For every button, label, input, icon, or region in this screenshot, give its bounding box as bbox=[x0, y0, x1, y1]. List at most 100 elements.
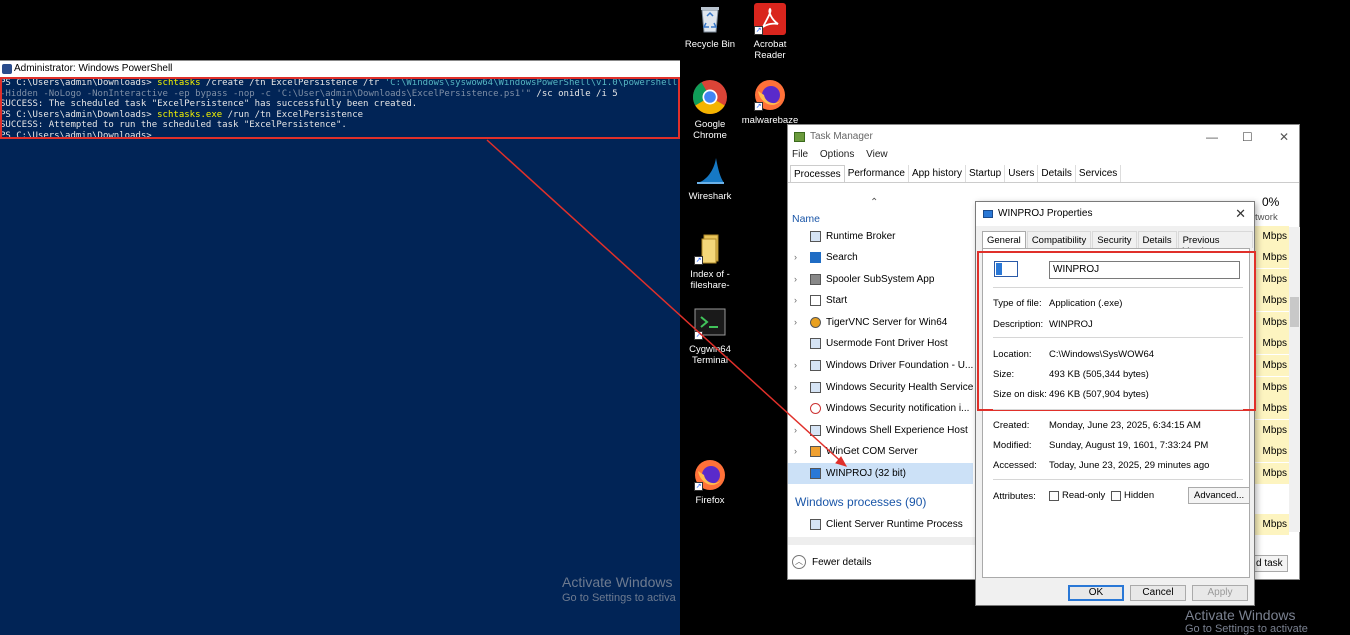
attributes-label: Attributes: bbox=[993, 491, 1036, 502]
wireshark-icon bbox=[694, 155, 726, 187]
properties-dialog[interactable]: WINPROJ Properties ✕ General Compatibili… bbox=[975, 201, 1256, 606]
properties-tabs: General Compatibility Security Details P… bbox=[976, 226, 1254, 257]
sort-caret-icon: ⌃ bbox=[870, 197, 879, 208]
tab-users[interactable]: Users bbox=[1005, 165, 1039, 182]
process-icon bbox=[810, 425, 821, 436]
task-manager-icon bbox=[794, 132, 805, 142]
minimize-icon[interactable]: — bbox=[1206, 125, 1218, 149]
tab-details[interactable]: Details bbox=[1038, 165, 1076, 182]
end-task-button[interactable]: d task bbox=[1251, 555, 1288, 572]
network-cell: Mbps bbox=[1255, 269, 1289, 290]
chevron-right-icon[interactable]: › bbox=[794, 247, 797, 268]
ok-button[interactable]: OK bbox=[1068, 585, 1124, 601]
shortcut-arrow-icon: ↗ bbox=[694, 331, 703, 340]
network-cell: Mbps bbox=[1255, 441, 1289, 462]
desktop-icon-acrobat-reader[interactable]: ↗ Acrobat Reader bbox=[740, 3, 800, 61]
icon-label: Firefox bbox=[695, 495, 725, 506]
network-cell: Mbps bbox=[1255, 355, 1289, 376]
maximize-icon[interactable]: ☐ bbox=[1242, 125, 1253, 149]
properties-title: WINPROJ Properties bbox=[998, 208, 1093, 219]
task-manager-titlebar[interactable]: Task Manager — ☐ ✕ bbox=[788, 125, 1299, 149]
process-row[interactable]: Runtime Broker bbox=[788, 226, 973, 247]
chevron-right-icon[interactable]: › bbox=[794, 269, 797, 290]
highlight-box bbox=[977, 251, 1256, 411]
tab-app-history[interactable]: App history bbox=[909, 165, 966, 182]
cancel-button[interactable]: Cancel bbox=[1130, 585, 1186, 601]
tab-previous-versions[interactable]: Previous Versions bbox=[1177, 231, 1253, 257]
menu-bar: File Options View bbox=[788, 149, 1299, 165]
firefox-icon: ↗ bbox=[694, 459, 726, 491]
tab-startup[interactable]: Startup bbox=[966, 165, 1006, 182]
process-icon bbox=[810, 382, 821, 393]
folder-icon: ↗ bbox=[694, 233, 726, 265]
chevron-right-icon[interactable]: › bbox=[794, 420, 797, 441]
hidden-checkbox[interactable]: Hidden bbox=[1111, 490, 1154, 501]
icon-label: Acrobat Reader bbox=[753, 39, 787, 61]
chevron-right-icon[interactable]: › bbox=[794, 290, 797, 311]
menu-view[interactable]: View bbox=[866, 149, 888, 160]
column-network[interactable]: twork bbox=[1255, 212, 1278, 223]
icon-label: Index of -fileshare- bbox=[690, 269, 730, 291]
apply-button[interactable]: Apply bbox=[1192, 585, 1248, 601]
powershell-titlebar[interactable]: Administrator: Windows PowerShell bbox=[0, 61, 680, 77]
column-name[interactable]: Name bbox=[792, 213, 820, 225]
horizontal-scrollbar[interactable] bbox=[788, 537, 978, 545]
chevron-right-icon[interactable]: › bbox=[794, 377, 797, 398]
process-row[interactable]: › Windows Security Health Service bbox=[788, 377, 973, 398]
scrollbar-thumb[interactable] bbox=[1290, 297, 1299, 327]
tab-processes[interactable]: Processes bbox=[790, 165, 845, 182]
fewer-details-label: Fewer details bbox=[812, 556, 872, 568]
tab-security[interactable]: Security bbox=[1092, 231, 1137, 248]
chevron-right-icon[interactable]: › bbox=[794, 312, 797, 333]
desktop-icon-recycle-bin[interactable]: Recycle Bin bbox=[680, 3, 740, 50]
advanced-button[interactable]: Advanced... bbox=[1188, 487, 1251, 504]
desktop-icon-cygwin64-terminal[interactable]: ↗ Cygwin64 Terminal bbox=[680, 308, 740, 366]
properties-titlebar[interactable]: WINPROJ Properties ✕ bbox=[976, 202, 1254, 226]
process-row[interactable]: › WinGet COM Server bbox=[788, 441, 973, 462]
recycle-bin-icon bbox=[694, 3, 726, 35]
menu-options[interactable]: Options bbox=[820, 149, 854, 160]
close-icon[interactable]: ✕ bbox=[1235, 202, 1246, 226]
process-row[interactable]: › Spooler SubSystem App bbox=[788, 269, 973, 290]
tab-services[interactable]: Services bbox=[1076, 165, 1122, 182]
fewer-details-button[interactable]: ︿ Fewer details bbox=[792, 555, 871, 569]
process-row[interactable]: › Search bbox=[788, 247, 973, 268]
desktop-icon-wireshark[interactable]: Wireshark bbox=[680, 155, 740, 202]
readonly-checkbox[interactable]: Read-only bbox=[1049, 490, 1105, 501]
vertical-scrollbar[interactable] bbox=[1289, 227, 1300, 532]
tab-performance[interactable]: Performance bbox=[845, 165, 909, 182]
desktop-icon-index-of-fileshare[interactable]: ↗ Index of -fileshare- bbox=[680, 233, 740, 291]
network-cell: Mbps bbox=[1255, 420, 1289, 441]
winproj-icon bbox=[810, 468, 821, 479]
process-row[interactable]: › Start bbox=[788, 290, 973, 311]
process-row[interactable]: Usermode Font Driver Host bbox=[788, 333, 973, 354]
shortcut-arrow-icon: ↗ bbox=[694, 256, 703, 265]
task-manager-title: Task Manager bbox=[810, 131, 873, 142]
process-row-selected[interactable]: WINPROJ (32 bit) bbox=[788, 463, 973, 484]
checkbox-box bbox=[1111, 490, 1121, 501]
activate-windows-watermark: Activate Windows Go to Settings to activ… bbox=[1185, 607, 1308, 635]
tab-general[interactable]: General bbox=[982, 231, 1026, 248]
process-row[interactable]: › Windows Driver Foundation - U... bbox=[788, 355, 973, 376]
powershell-title: Administrator: Windows PowerShell bbox=[14, 63, 173, 74]
checkbox-box bbox=[1049, 490, 1059, 501]
tab-details[interactable]: Details bbox=[1137, 231, 1177, 248]
powershell-window[interactable]: Administrator: Windows PowerShell PS C:\… bbox=[0, 60, 680, 635]
tab-compatibility[interactable]: Compatibility bbox=[1026, 231, 1092, 248]
process-icon bbox=[810, 360, 821, 371]
menu-file[interactable]: File bbox=[792, 149, 808, 160]
desktop-icon-google-chrome[interactable]: Google Chrome bbox=[680, 79, 740, 141]
general-tab-panel: WINPROJ Type of file: Application (.exe) … bbox=[977, 248, 1256, 578]
printer-icon bbox=[810, 274, 821, 285]
windows-processes-header[interactable]: Windows processes (90) bbox=[795, 495, 926, 509]
close-icon[interactable]: ✕ bbox=[1279, 125, 1289, 149]
chevron-right-icon[interactable]: › bbox=[794, 355, 797, 376]
process-row[interactable]: › TigerVNC Server for Win64 bbox=[788, 312, 973, 333]
desktop-icon-firefox[interactable]: ↗ Firefox bbox=[680, 459, 740, 506]
chevron-right-icon[interactable]: › bbox=[794, 441, 797, 462]
acrobat-icon: ↗ bbox=[754, 3, 786, 35]
process-row[interactable]: Windows Security notification i... bbox=[788, 398, 973, 419]
process-row[interactable]: Client Server Runtime Process bbox=[788, 514, 973, 535]
process-row[interactable]: › Windows Shell Experience Host bbox=[788, 420, 973, 441]
desktop-icon-malwarebaze[interactable]: ↗ malwarebaze bbox=[740, 79, 800, 126]
